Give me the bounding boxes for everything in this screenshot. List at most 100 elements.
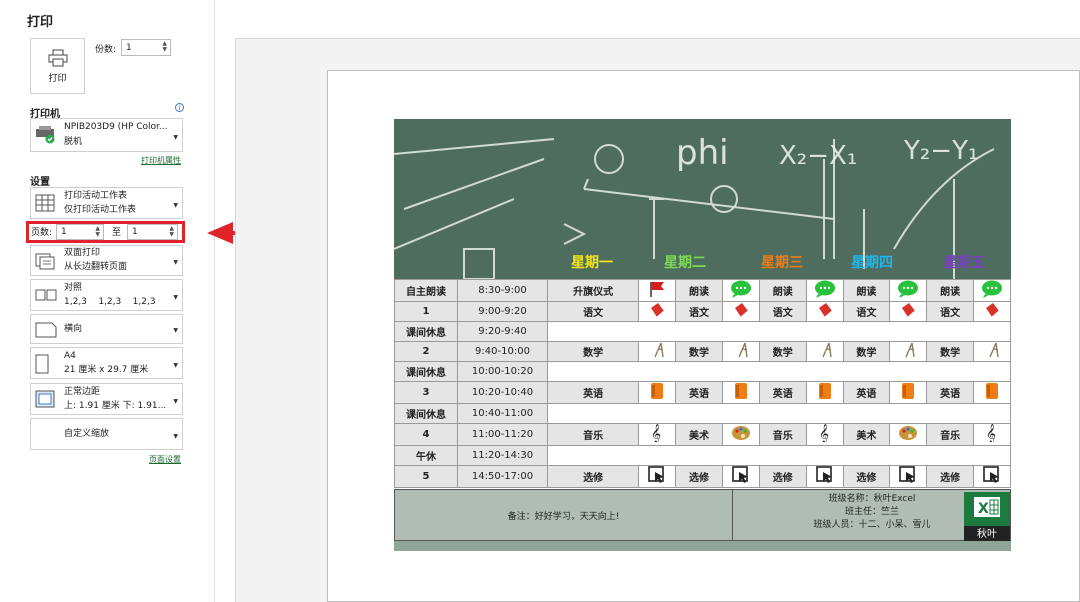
printer-status: 脱机 — [64, 137, 83, 147]
subject-icon-cell — [889, 381, 928, 404]
collate-select[interactable]: 对照 1,2,3 1,2,3 1,2,3 ▼ — [30, 279, 183, 311]
period-cell: 2 — [394, 341, 458, 362]
subject-cell: 英语 — [842, 381, 891, 404]
subject-cell: 语文 — [546, 301, 640, 322]
portrait-page-icon — [35, 354, 49, 374]
margins-line2: 上: 1.91 厘米 下: 1.91... — [64, 401, 167, 411]
class-row: 5 14:50-17:00 选修 选修 选修 选修 选修 — [394, 465, 1011, 488]
period-cell: 午休 — [394, 445, 458, 466]
svg-text:X: X — [978, 501, 989, 517]
subject-cell: 选修 — [758, 465, 807, 488]
subject-cell: 数学 — [842, 341, 891, 362]
compass-icon — [649, 342, 665, 361]
chevron-down-icon: ▼ — [173, 294, 178, 301]
margins-select[interactable]: 正常边距 上: 1.91 厘米 下: 1.91... ▼ — [30, 383, 183, 415]
subject-cell: 英语 — [546, 381, 640, 404]
break-empty-cell — [547, 403, 1011, 424]
printer-select[interactable]: NPIB203D9 (HP Color... 脱机 ▼ — [30, 118, 183, 152]
paper-size-select[interactable]: A4 21 厘米 x 29.7 厘米 ▼ — [30, 347, 183, 379]
printer-icon — [48, 49, 67, 66]
subject-icon-cell — [805, 381, 844, 404]
book-icon — [649, 302, 665, 321]
subject-cell: 选修 — [675, 465, 723, 488]
subject-icon-cell: 𝄞 — [973, 423, 1011, 446]
period-cell: 3 — [394, 381, 458, 404]
subject-cell: 选修 — [842, 465, 891, 488]
class-row: 1 9:00-9:20 语文 语文 语文 语文 语文 — [394, 301, 1011, 322]
subject-cell: 选修 — [546, 465, 640, 488]
subject-cell: 美术 — [842, 423, 891, 446]
period-cell: 课间休息 — [394, 321, 458, 342]
book-icon — [817, 302, 833, 321]
chevron-down-icon: ▼ — [173, 134, 178, 141]
chat-icon — [897, 280, 919, 301]
subject-icon-cell — [889, 465, 928, 488]
landscape-page-icon — [35, 322, 57, 338]
period-cell: 课间休息 — [394, 403, 458, 424]
subject-icon-cell — [805, 301, 844, 322]
day-header-5: 星期五 — [943, 255, 985, 271]
chat-icon — [981, 280, 1003, 301]
subject-cell: 数学 — [758, 341, 807, 362]
break-row: 课间休息 10:00-10:20 — [394, 361, 1011, 382]
orientation-select[interactable]: 横向 ▼ — [30, 314, 183, 344]
excel-logo: X 秋叶 — [964, 492, 1010, 543]
print-backstage: 打印 打印 份数: 1 ▲ ▼ 打印机 i NPIB203D9 (HP Color.… — [0, 0, 1080, 602]
collate-line2: 1,2,3 1,2,3 1,2,3 — [64, 297, 156, 307]
info-icon[interactable]: i — [175, 103, 184, 112]
subject-cell: 语文 — [758, 301, 807, 322]
spin-arrows-icon[interactable]: ▲ ▼ — [162, 41, 167, 53]
day-header-1: 星期一 — [571, 255, 613, 271]
margins-icon — [35, 390, 55, 408]
break-row: 课间休息 10:40-11:00 — [394, 403, 1011, 424]
subject-cell: 数学 — [675, 341, 723, 362]
subject-cell: 美术 — [675, 423, 723, 446]
subject-icon-cell — [889, 301, 928, 322]
copies-input[interactable]: 1 ▲ ▼ — [121, 39, 171, 56]
excel-icon: X — [974, 497, 1000, 517]
subject-icon-cell — [973, 341, 1011, 362]
chevron-down-icon: ▼ — [173, 433, 178, 440]
printer-properties-link[interactable]: 打印机属性 — [141, 155, 181, 166]
paper-line1: A4 — [64, 351, 76, 361]
time-cell: 8:30-9:00 — [457, 279, 548, 302]
treble-clef-icon: 𝄞 — [818, 424, 832, 445]
page-title: 打印 — [27, 15, 54, 30]
period-cell: 1 — [394, 301, 458, 322]
break-row: 课间休息 9:20-9:40 — [394, 321, 1011, 342]
subject-icon-cell — [721, 301, 760, 322]
time-cell: 9:40-10:00 — [457, 341, 548, 362]
subject-icon-cell — [805, 341, 844, 362]
class-row: 自主朗读 8:30-9:00 升旗仪式 朗读 朗读 朗读 朗读 — [394, 279, 1011, 302]
duplex-select[interactable]: 双面打印 从长边翻转页面 ▼ — [30, 245, 183, 276]
print-what-line1: 打印活动工作表 — [64, 191, 128, 201]
subject-icon-cell — [638, 279, 677, 302]
board-text-phi: phi — [676, 133, 729, 173]
print-what-select[interactable]: 打印活动工作表 仅打印活动工作表 ▼ — [30, 187, 183, 219]
subject-icon-cell — [973, 301, 1011, 322]
subject-cell: 朗读 — [758, 279, 807, 302]
subject-cell: 数学 — [546, 341, 640, 362]
svg-text:𝄞: 𝄞 — [651, 424, 661, 442]
duplex-line2: 从长边翻转页面 — [64, 262, 128, 272]
subject-icon-cell — [805, 465, 844, 488]
subject-cell: 英语 — [758, 381, 807, 404]
page-setup-link[interactable]: 页面设置 — [149, 454, 181, 465]
subject-icon-cell: 𝄞 — [805, 423, 844, 446]
subject-icon-cell — [638, 381, 677, 404]
board-text-y: Y₂−Y₁ — [903, 136, 978, 166]
flag-icon — [648, 281, 666, 300]
margins-line1: 正常边距 — [64, 387, 101, 397]
compass-icon — [817, 342, 833, 361]
time-cell: 10:20-10:40 — [457, 381, 548, 404]
dictionary-icon — [649, 382, 665, 403]
compass-icon — [733, 342, 749, 361]
period-cell: 自主朗读 — [394, 279, 458, 302]
subject-cell: 音乐 — [926, 423, 974, 446]
subject-icon-cell — [889, 341, 928, 362]
print-button[interactable]: 打印 — [30, 38, 85, 94]
scaling-select[interactable]: 自定义缩放 ▼ — [30, 418, 183, 450]
subject-cell: 英语 — [926, 381, 974, 404]
time-cell: 9:00-9:20 — [457, 301, 548, 322]
time-cell: 11:20-14:30 — [457, 445, 548, 466]
